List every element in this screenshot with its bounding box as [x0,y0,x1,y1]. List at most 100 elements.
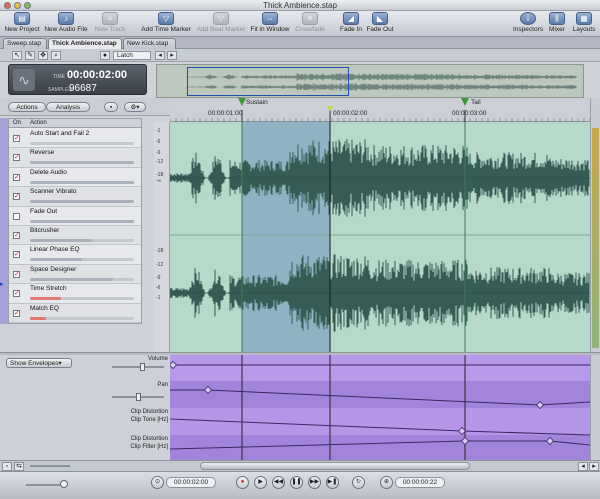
forward-arrow-icon[interactable]: ▸ [167,51,177,60]
selection-length-icon[interactable]: ⊕ [380,476,393,489]
tab-new-kick[interactable]: New Kick.stap [123,38,176,49]
timeline-ruler[interactable]: Sustain Tail 00:00:01:00 00:00:02:00 00:… [170,98,600,122]
action-row[interactable]: ✓ Space Designer [9,264,141,285]
ruler-tick-2: 00:00:02:00 [333,110,368,117]
view-toggle-icon[interactable]: ▫ [2,462,12,471]
tab-new-kick-label: New Kick.stap [127,40,169,47]
fade-in-button[interactable]: ◢ Fade In [338,12,364,36]
action-enable-checkbox[interactable]: ✓ [13,232,20,239]
tab-thick-ambience[interactable]: Thick Ambience.stap [48,38,122,49]
horizontal-scroll-thumb[interactable] [200,462,470,470]
fade-in-icon: ◢ [343,12,359,25]
waveform-display [170,122,590,352]
action-row[interactable]: ✓ Delete Audio [9,168,141,188]
master-volume-knob[interactable] [60,480,68,488]
inspectors-label: Inspectors [513,26,543,33]
global-waveform-overview[interactable] [156,64,584,98]
new-audio-file-button[interactable]: ♪ New Audio File [43,12,89,36]
selection-length-field[interactable]: 00:00:00:22 [395,477,445,488]
action-progress-bar [30,277,134,281]
volume-slider-knob[interactable] [140,363,145,371]
inspectors-button[interactable]: i Inspectors [512,12,544,36]
action-enable-checkbox[interactable]: ✓ [13,135,20,142]
fit-in-window-button[interactable]: ⇔ Fit in Window [249,12,291,36]
fast-forward-button[interactable]: ▶▶ [308,476,321,489]
pan-slider[interactable] [112,393,164,401]
playhead-time-field[interactable]: 00:00:02:00 [166,477,216,488]
action-row[interactable]: ✓ Scanner Vibrato [9,187,141,207]
action-enable-checkbox[interactable]: ✓ [13,290,20,298]
pan-slider-knob[interactable] [136,393,141,401]
new-track-button[interactable]: ≡ New Track [92,12,128,36]
close-window-button[interactable] [4,2,11,9]
action-progress-fill [30,297,62,301]
action-row[interactable]: ✓ Reverse [9,148,141,168]
new-project-button[interactable]: ▤ New Project [2,12,42,36]
action-enable-checkbox[interactable]: ✓ [13,154,20,162]
zoom-slider[interactable] [30,465,70,467]
layouts-button[interactable]: ▦ Layouts [570,12,598,36]
playhead-position-icon[interactable]: ⊙ [151,476,164,489]
action-list-header: On Action [9,119,141,128]
mixer-button[interactable]: ⫼ Mixer [547,12,567,36]
latch-popup[interactable]: Latch [113,51,151,60]
crossfade-button[interactable]: ✕ Crossfade [294,12,326,36]
analysis-tab[interactable]: Analysis [46,102,90,112]
horizontal-scrollbar[interactable]: ▫ ⇆ ◂ ▸ [0,460,600,471]
add-time-marker-button[interactable]: ▽ Add Time Marker [140,12,192,36]
action-row[interactable]: ✓ Auto Start and Fail 2 [9,129,141,149]
show-envelopes-menu[interactable]: Show Envelopes▾ [6,358,72,368]
fade-out-button[interactable]: ◣ Fade Out [366,12,394,36]
master-volume-slider[interactable] [26,480,68,488]
add-beat-marker-button[interactable]: ▽ Add Beat Marker [196,12,246,36]
record-mode-icon[interactable]: ● [100,51,110,60]
envelope-editor[interactable] [170,355,590,460]
zoom-tool-icon[interactable]: ⌕ [51,51,61,60]
action-enable-checkbox[interactable]: ✓ [13,193,20,201]
vertical-scrollbar[interactable] [590,98,600,352]
amplitude-tick-label: -1 [156,295,161,301]
actions-tab[interactable]: Actions [8,102,46,112]
volume-slider[interactable] [112,363,164,371]
overview-visible-region[interactable] [187,67,349,96]
envelope-scrollbar[interactable] [590,355,600,460]
play-button[interactable]: ▶ [254,476,267,489]
rewind-button[interactable]: ◀◀ [272,476,285,489]
tool-row: ↖ ✎ ✥ ⌕ ● Latch ◂ ▸ [0,49,600,62]
action-label: Scanner Vibrato [30,188,77,196]
scroll-right-icon[interactable]: ▸ [589,462,599,471]
record-button[interactable]: ● [236,476,249,489]
action-enable-checkbox[interactable]: ✓ [13,309,20,317]
action-snapshot-icon[interactable]: ▪ [104,102,118,112]
action-row[interactable]: ✓ Bitcrusher [9,226,141,246]
tab-sweep-label: Sweep.stap [7,40,41,47]
selection-length-value: 00:00:00:22 [402,479,438,486]
waveform-editor[interactable] [170,122,590,352]
action-label: Space Designer [30,265,77,273]
action-row[interactable]: ✓ Time Stretch [9,284,141,304]
amplitude-tick-label: -∞ [156,178,162,184]
action-row[interactable]: ✓ Match EQ [9,303,141,323]
action-row[interactable]: ✓ Linear Phase EQ [9,245,141,265]
action-enable-checkbox[interactable] [13,212,20,220]
add-time-marker-label: Add Time Marker [141,26,191,33]
action-enable-checkbox[interactable]: ✓ [13,270,20,278]
tab-sweep[interactable]: Sweep.stap [3,38,47,49]
cycle-button[interactable]: ↻ [352,476,365,489]
scroll-left-icon[interactable]: ◂ [578,462,588,471]
ruler-tick-3: 00:00:03:00 [452,110,487,117]
back-arrow-icon[interactable]: ◂ [155,51,165,60]
action-gear-icon[interactable]: ⚙▾ [124,102,146,112]
pencil-tool-icon[interactable]: ✎ [25,51,35,60]
action-enable-checkbox[interactable]: ✓ [13,251,20,259]
link-icon[interactable]: ⇆ [14,462,24,471]
action-enable-checkbox[interactable]: ✓ [13,173,20,181]
minimize-window-button[interactable] [14,2,21,9]
scrub-tool-icon[interactable]: ✥ [38,51,48,60]
arrow-tool-icon[interactable]: ↖ [12,51,22,60]
zoom-window-button[interactable] [24,2,31,9]
go-to-end-button[interactable]: ▶❚ [326,476,339,489]
action-row[interactable]: Fade Out [9,207,141,226]
pause-button[interactable]: ❚❚ [290,476,303,489]
timecode-value: 00:00:02:00 [67,69,127,81]
